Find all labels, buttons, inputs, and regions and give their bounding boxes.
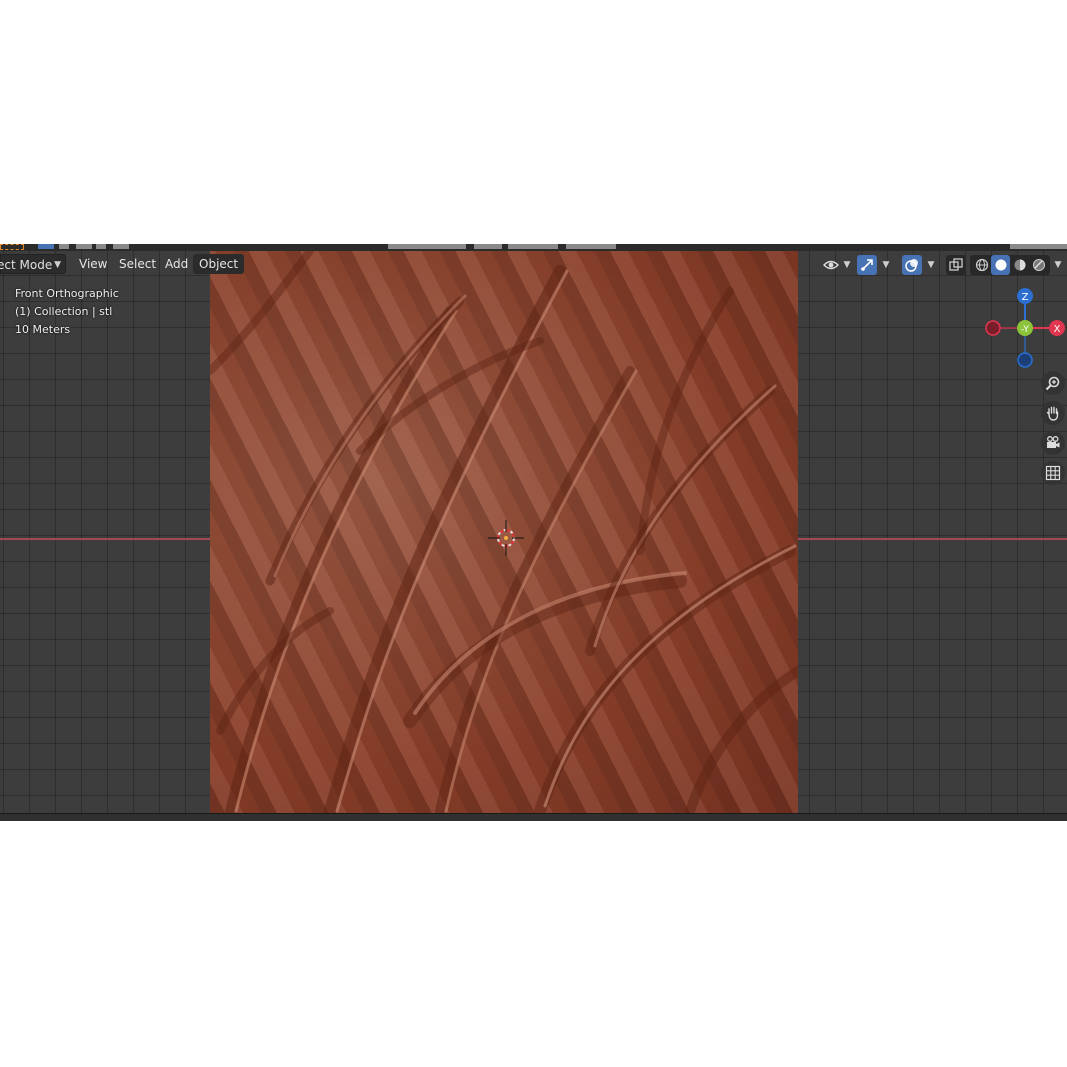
chevron-down-icon[interactable]: ▼ (881, 258, 891, 272)
menu-object[interactable]: Object (193, 254, 245, 274)
y-axis-label: -Y (1021, 325, 1029, 335)
3d-cursor-icon[interactable] (486, 518, 526, 558)
solid-shading-icon[interactable] (991, 255, 1010, 275)
material-shading-icon[interactable] (1010, 255, 1029, 275)
neg-x-axis-handle[interactable] (985, 320, 1001, 336)
relief-model[interactable] (210, 251, 798, 814)
navigation-gizmo[interactable]: Z X -Y (980, 286, 1067, 370)
mode-label: ect Mode (0, 258, 53, 272)
z-axis-label: Z (1022, 292, 1029, 303)
x-axis-label: X (1054, 324, 1061, 335)
chevron-down-icon[interactable]: ▼ (1052, 258, 1064, 272)
hand-icon[interactable] (1041, 401, 1065, 425)
overlay-icon[interactable] (902, 255, 922, 275)
xray-icon[interactable] (946, 255, 966, 275)
chevron-down-icon[interactable]: ▼ (926, 258, 936, 272)
chevron-down-icon[interactable]: ▼ (842, 258, 852, 272)
zoom-icon[interactable] (1041, 371, 1065, 395)
chevron-down-icon: ▼ (54, 260, 61, 270)
interaction-mode-dropdown[interactable]: ect Mode ▼ (0, 254, 66, 274)
bottom-status-strip (0, 813, 1067, 821)
viewport-header: ect Mode ▼ View Select Add Object ▼ ▼ ▼ (0, 252, 1067, 278)
view-name-label: Front Orthographic (15, 287, 119, 300)
rendered-shading-icon[interactable] (1029, 255, 1048, 275)
grid-icon[interactable] (1041, 461, 1065, 485)
3d-viewport[interactable]: ect Mode ▼ View Select Add Object ▼ ▼ ▼ (0, 244, 1067, 821)
wireframe-shading-icon[interactable] (972, 255, 991, 275)
camera-icon[interactable] (1041, 431, 1065, 455)
top-toolbar-strip (0, 244, 1067, 251)
menu-select[interactable]: Select (113, 254, 162, 274)
scale-label: 10 Meters (15, 323, 71, 336)
collection-label: (1) Collection | stl (15, 305, 113, 318)
eye-icon[interactable] (820, 255, 842, 275)
menu-view[interactable]: View (73, 254, 113, 274)
neg-z-axis-handle[interactable] (1017, 352, 1033, 368)
menu-add[interactable]: Add (159, 254, 194, 274)
gizmo-icon[interactable] (857, 255, 877, 275)
